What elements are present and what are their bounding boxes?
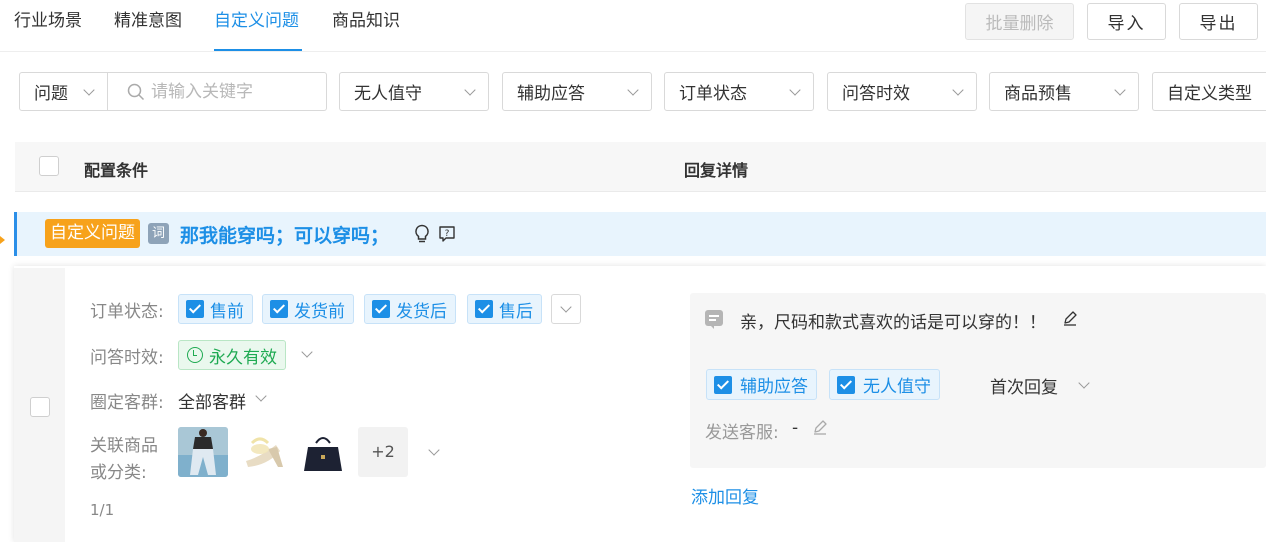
export-button[interactable]: 导出 [1179, 3, 1258, 40]
reply-type-select[interactable]: 首次回复 [990, 373, 1058, 398]
product-thumbnail[interactable] [238, 427, 288, 477]
question-type-value: 问题 [34, 84, 68, 104]
question-title: 那我能穿吗；可以穿吗； [180, 225, 390, 247]
customer-group-label: 圈定客群: [90, 393, 164, 413]
message-bubble-icon [705, 310, 723, 329]
sender-label: 发送客服: [705, 423, 779, 443]
customer-group-value[interactable]: 全部客群 [178, 388, 246, 413]
order-status-after-ship[interactable]: 发货后 [364, 294, 456, 324]
search-icon [127, 83, 145, 100]
validity-label: 问答时效: [90, 348, 164, 368]
filter-custom-type-label: 自定义类型 [1167, 84, 1252, 104]
linked-products-label-line2: 或分类: [90, 463, 147, 483]
product-thumbnail[interactable] [178, 427, 228, 477]
filter-assist-reply-label: 辅助应答 [517, 84, 585, 104]
search-box[interactable] [107, 72, 327, 111]
reply-mode-unattended[interactable]: 无人值守 [829, 369, 940, 400]
product-thumbnail[interactable] [298, 427, 348, 477]
chevron-down-icon [83, 84, 95, 96]
tabs-divider [0, 51, 1266, 52]
custom-question-tag: 自定义问题 [45, 219, 140, 248]
checkbox-checked-icon [475, 300, 493, 318]
order-status-presale[interactable]: 售前 [178, 294, 253, 324]
checkbox-checked-icon [372, 300, 390, 318]
order-status-dropdown[interactable] [551, 294, 581, 324]
svg-text:?: ? [445, 229, 450, 239]
chevron-down-icon [789, 84, 801, 96]
order-status-before-ship[interactable]: 发货前 [262, 294, 354, 324]
filter-unattended-label: 无人值守 [354, 84, 422, 104]
filter-unattended[interactable]: 无人值守 [339, 72, 489, 111]
tab-custom-question[interactable]: 自定义问题 [214, 6, 299, 31]
batch-delete-button[interactable]: 批量删除 [965, 3, 1074, 40]
filter-qa-validity[interactable]: 问答时效 [827, 72, 977, 111]
chevron-down-icon [464, 84, 476, 96]
filter-qa-validity-label: 问答时效 [842, 84, 910, 104]
filter-presale-label: 商品预售 [1004, 84, 1072, 104]
edit-reply-icon[interactable] [1062, 310, 1078, 326]
word-badge: 词 [148, 223, 169, 244]
tab-precise-intent[interactable]: 精准意图 [114, 6, 182, 31]
tab-industry-scene[interactable]: 行业场景 [14, 6, 82, 31]
pagination-indicator: 1/1 [90, 501, 115, 519]
product-sandal-image [238, 427, 288, 477]
row-marker-icon [0, 236, 5, 244]
reply-text: 亲，尺码和款式喜欢的话是可以穿的！！ [740, 313, 1046, 333]
edit-sender-icon[interactable] [812, 419, 828, 435]
product-handbag-image [298, 427, 348, 477]
order-status-label: 订单状态: [90, 302, 164, 322]
add-reply-link[interactable]: 添加回复 [691, 483, 759, 508]
checkbox-checked-icon [186, 300, 204, 318]
validity-tag: 永久有效 [178, 340, 286, 370]
clock-icon [187, 347, 203, 363]
tab-product-knowledge[interactable]: 商品知识 [332, 6, 400, 31]
search-input[interactable] [151, 81, 321, 102]
chevron-down-icon [560, 301, 572, 313]
chevron-down-icon [1114, 84, 1126, 96]
checkbox-checked-icon [837, 375, 855, 394]
filter-order-status[interactable]: 订单状态 [664, 72, 814, 111]
checkbox-checked-icon [270, 300, 288, 318]
sender-value: - [792, 418, 799, 438]
chevron-down-icon [627, 84, 639, 96]
row-checkbox[interactable] [30, 397, 50, 417]
question-type-select[interactable]: 问题 [19, 72, 108, 111]
filter-presale[interactable]: 商品预售 [989, 72, 1139, 111]
reply-mode-assist[interactable]: 辅助应答 [706, 369, 817, 400]
column-reply-details: 回复详情 [684, 161, 749, 180]
more-products-button[interactable]: +2 [358, 427, 408, 477]
column-config-conditions: 配置条件 [84, 161, 149, 180]
filter-assist-reply[interactable]: 辅助应答 [502, 72, 652, 111]
select-all-checkbox[interactable] [39, 156, 59, 176]
filter-custom-type[interactable]: 自定义类型 [1152, 72, 1266, 111]
question-group-row[interactable]: 自定义问题 词 那我能穿吗；可以穿吗； ? [14, 212, 1266, 256]
checkbox-checked-icon [714, 375, 732, 394]
product-jeans-image [178, 427, 228, 477]
order-status-after-sale[interactable]: 售后 [467, 294, 542, 324]
filter-order-status-label: 订单状态 [679, 84, 747, 104]
question-help-icon[interactable]: ? [438, 225, 456, 243]
import-button[interactable]: 导入 [1087, 3, 1166, 40]
linked-products-label-line1: 关联商品 [90, 436, 158, 456]
table-header: 配置条件 回复详情 [15, 142, 1266, 192]
chevron-down-icon [952, 84, 964, 96]
lightbulb-icon[interactable] [413, 224, 431, 244]
